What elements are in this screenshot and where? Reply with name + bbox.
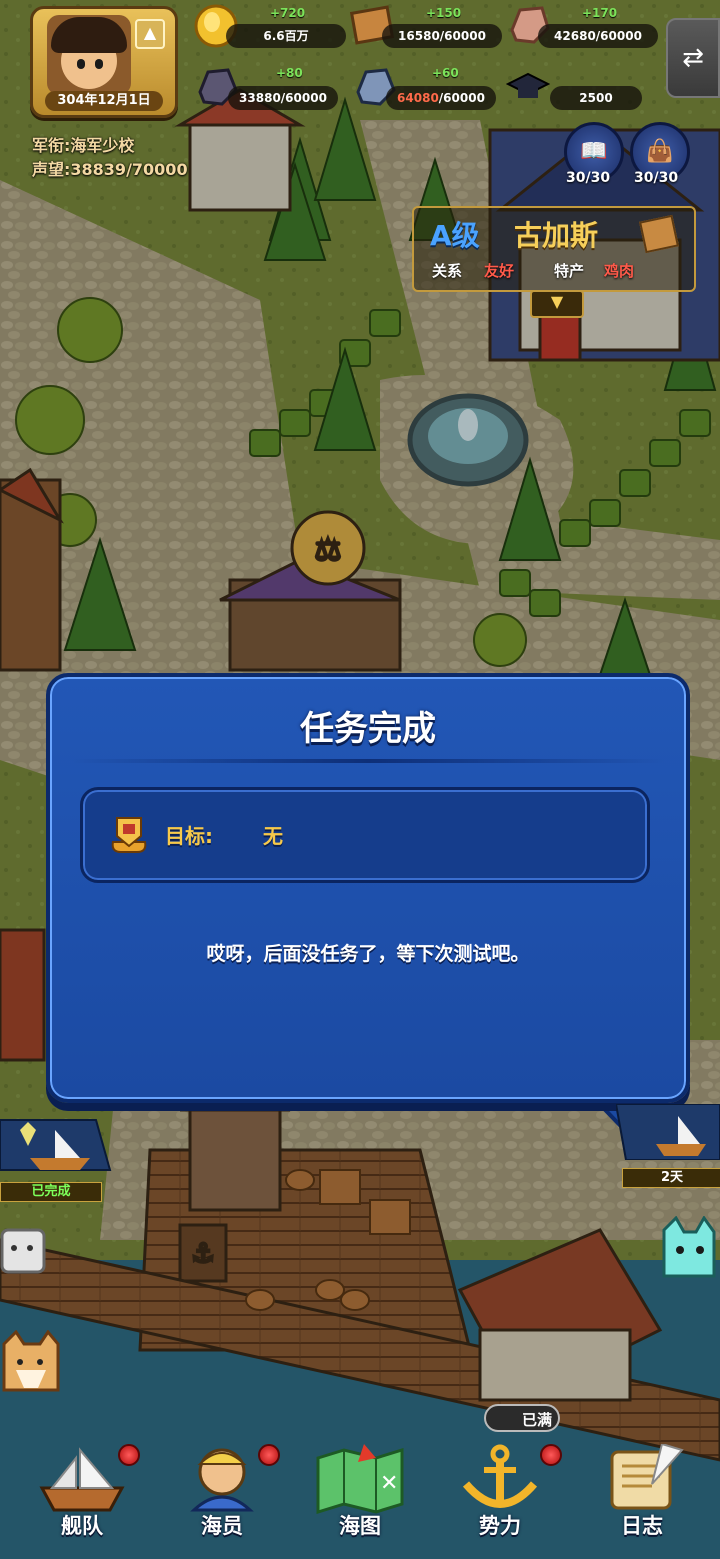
faction-full-tag: 已满	[484, 1404, 560, 1432]
svg-text:✕: ✕	[380, 1471, 398, 1496]
nav-chart-label: 海图	[339, 1514, 381, 1538]
gold-amount[interactable]: 6.6百万	[226, 24, 346, 48]
graduation-cap-icon	[506, 72, 550, 98]
stone-amount[interactable]: 42680/60000	[538, 24, 658, 48]
bag-icon: 👜	[646, 139, 674, 164]
iron-amount[interactable]: 33880/60000	[228, 86, 338, 110]
right-ship-event-icon[interactable]	[616, 1104, 720, 1160]
city-expand-button[interactable]: ▼	[530, 290, 584, 318]
goal-value: 无	[263, 824, 283, 848]
city-name: 古加斯	[514, 219, 599, 252]
crystal-amount-cap: /60000	[438, 91, 485, 105]
sailor-icon	[190, 1448, 254, 1512]
right-timer-tag: 2天	[622, 1168, 720, 1188]
iron-income: +80	[276, 66, 303, 80]
mission-complete-dialog[interactable]: 任务完成 目标: 无 哎呀，后面没任务了，等下次测试吧。	[46, 673, 690, 1103]
player-avatar-panel[interactable]: ▲ 304年12月1日	[30, 6, 178, 118]
fleet-notification-dot	[118, 1444, 140, 1466]
stone-income: +170	[582, 6, 618, 20]
city-grade: A级	[430, 219, 480, 252]
medal-badge-icon	[111, 817, 147, 853]
map-icon: ✕	[316, 1444, 404, 1514]
crystal-amount-over: 64080	[397, 91, 439, 105]
dog-helper-icon[interactable]	[0, 1330, 62, 1400]
nav-faction-label: 势力	[479, 1514, 521, 1538]
wood-amount[interactable]: 16580/60000	[382, 24, 502, 48]
switch-view-button[interactable]: ⇄	[666, 18, 720, 98]
left-status-tag: 已完成	[0, 1182, 102, 1202]
anchor-icon	[462, 1444, 538, 1508]
cube-helper-icon[interactable]	[0, 1226, 46, 1276]
swap-arrows-icon: ⇄	[682, 43, 704, 73]
faction-notification-dot	[540, 1444, 562, 1466]
crystal-income: +60	[432, 66, 459, 80]
chevron-down-icon: ▼	[550, 292, 564, 311]
specialty-label: 特产	[554, 262, 585, 280]
dialog-title: 任务完成	[300, 709, 436, 749]
goal-box: 目标: 无	[80, 787, 650, 883]
specialty-value: 鸡肉	[604, 262, 635, 280]
nav-crew-label: 海员	[201, 1514, 243, 1538]
crystal-amount[interactable]: 64080/60000	[386, 86, 496, 110]
nav-fleet-label: 舰队	[61, 1514, 103, 1538]
crew-notification-dot	[258, 1444, 280, 1466]
crate-icon	[639, 214, 679, 254]
goal-label: 目标:	[165, 824, 213, 848]
full-tag-text: 已满	[521, 1411, 552, 1429]
relation-label: 关系	[432, 262, 463, 280]
game-date: 304年12月1日	[45, 91, 163, 111]
rank-up-icon[interactable]: ▲	[135, 19, 165, 49]
ship-event-icon	[0, 1119, 112, 1171]
nav-log-label: 日志	[621, 1514, 663, 1538]
book-icon: 📖	[580, 139, 608, 164]
city-info-panel[interactable]: A级 古加斯 关系 友好 特产 鸡肉	[412, 206, 696, 292]
bag-count: 30/30	[634, 170, 679, 186]
nav-chart-button[interactable]: ✕ 海图	[304, 1438, 416, 1550]
ship-icon	[39, 1447, 125, 1512]
dialog-divider	[70, 759, 666, 763]
cat-mascot-icon[interactable]	[656, 1216, 720, 1300]
avatar	[47, 15, 131, 95]
military-rank: 军衔:海军少校	[32, 136, 135, 155]
academy-points[interactable]: 2500	[550, 86, 642, 110]
relation-value: 友好	[484, 262, 515, 280]
nav-log-button[interactable]: 日志	[586, 1438, 698, 1550]
wood-income: +150	[426, 6, 462, 20]
book-count: 30/30	[566, 170, 611, 186]
dialog-message: 哎呀，后面没任务了，等下次测试吧。	[206, 943, 530, 965]
scroll-quill-icon	[610, 1444, 684, 1510]
gold-income: +720	[270, 6, 306, 20]
fame-value: 声望:38839/70000	[32, 160, 188, 179]
